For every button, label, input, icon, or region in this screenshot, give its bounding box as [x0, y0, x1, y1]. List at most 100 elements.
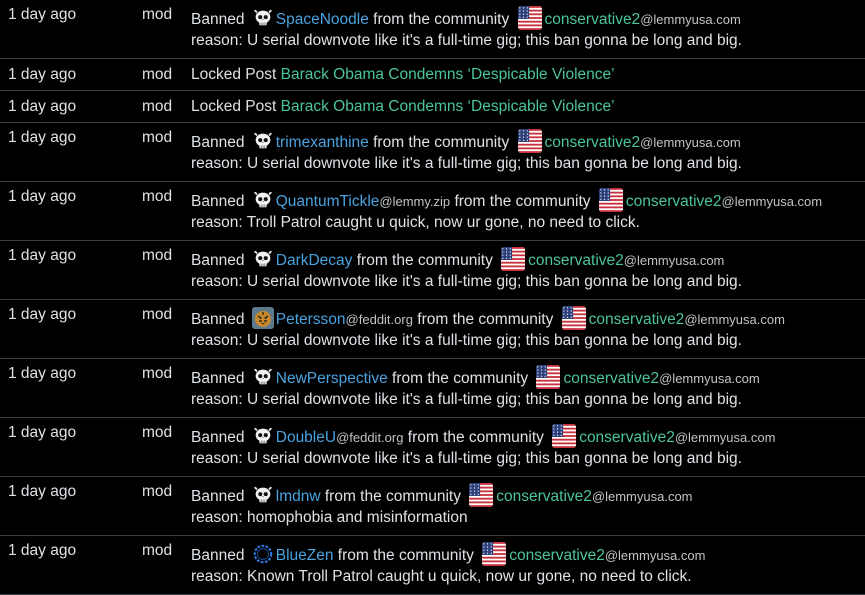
user-link[interactable]: lmdnw [276, 488, 321, 505]
timestamp: 1 day ago [8, 98, 77, 115]
timestamp: 1 day ago [8, 306, 77, 323]
skull-icon [252, 484, 274, 506]
moderator-label: mod [142, 424, 173, 441]
action-verb: Banned [191, 11, 249, 28]
skull-icon [252, 425, 274, 447]
user-instance: @feddit.org [336, 430, 404, 445]
moderator-label: mod [142, 129, 173, 146]
timestamp: 1 day ago [8, 247, 77, 264]
ban-reason: reason: homophobia and misinformation [191, 509, 468, 526]
community-instance: @lemmyusa.com [604, 548, 706, 563]
community-link[interactable]: conservative2 [496, 488, 592, 505]
modlog-row: 1 day ago mod Banned SpaceNoodle from the … [0, 0, 865, 59]
user-link[interactable]: BlueZen [276, 547, 334, 564]
action-line: Locked Post Barack Obama Condemns ‘Despi… [191, 66, 615, 84]
action-line: Banned DoubleU@feddit.org from the commu… [191, 424, 775, 448]
modlog-list: 1 day ago mod Banned SpaceNoodle from the … [0, 0, 865, 595]
community-link[interactable]: conservative2 [589, 311, 685, 328]
from-community-text: from the community [368, 134, 514, 151]
from-community-text: from the community [403, 429, 549, 446]
user-link[interactable]: Petersson [276, 311, 346, 328]
community-instance: @lemmyusa.com [659, 371, 760, 386]
modlog-row: 1 day ago mod Banned Petersson@feddit.org … [0, 300, 865, 359]
modlog-row: 1 day ago mod Banned trimexanthine from th… [0, 123, 865, 182]
community-link[interactable]: conservative2 [545, 11, 641, 28]
action-verb: Banned [191, 193, 249, 210]
community-link[interactable]: conservative2 [579, 429, 675, 446]
action-line: Banned SpaceNoodle from the community co… [191, 6, 741, 30]
action-verb: Banned [191, 547, 249, 564]
blue-ring-avatar-icon [252, 543, 274, 565]
us-flag-icon [536, 365, 561, 389]
modlog-row: 1 day ago mod Locked Post Barack Obama Con… [0, 59, 865, 91]
action-verb: Banned [191, 488, 249, 505]
action-verb: Banned [191, 311, 249, 328]
from-community-text: from the community [320, 488, 466, 505]
moderator-label: mod [142, 188, 173, 205]
timestamp: 1 day ago [8, 542, 77, 559]
user-link[interactable]: QuantumTickle [276, 193, 380, 210]
action-line: Banned trimexanthine from the community … [191, 129, 741, 153]
ban-reason: reason: U serial downvote like it's a fu… [191, 273, 742, 290]
modlog-row: 1 day ago mod Banned DarkDecay from the co… [0, 241, 865, 300]
timestamp: 1 day ago [8, 66, 77, 83]
us-flag-icon [469, 483, 494, 507]
from-community-text: from the community [387, 370, 533, 387]
action-verb: Locked Post [191, 98, 281, 115]
ban-reason: reason: U serial downvote like it's a fu… [191, 32, 742, 49]
from-community-text: from the community [412, 311, 558, 328]
timestamp: 1 day ago [8, 188, 77, 205]
ban-reason: reason: U serial downvote like it's a fu… [191, 450, 742, 467]
community-instance: @lemmyusa.com [721, 194, 823, 209]
user-instance: @feddit.org [345, 312, 413, 327]
user-link[interactable]: NewPerspective [276, 370, 388, 387]
action-line: Banned Petersson@feddit.org from the com… [191, 306, 785, 330]
action-line: Locked Post Barack Obama Condemns ‘Despi… [191, 98, 615, 116]
community-instance: @lemmyusa.com [640, 12, 741, 27]
us-flag-icon [517, 6, 542, 30]
timestamp: 1 day ago [8, 6, 77, 23]
modlog-row: 1 day ago mod Banned DoubleU@feddit.org fr… [0, 418, 865, 477]
skull-icon [252, 248, 274, 270]
timestamp: 1 day ago [8, 129, 77, 146]
user-link[interactable]: DoubleU [276, 429, 336, 446]
ban-reason: reason: U serial downvote like it's a fu… [191, 391, 742, 408]
skull-icon [252, 130, 274, 152]
us-flag-icon [517, 129, 542, 153]
community-link[interactable]: conservative2 [545, 134, 641, 151]
moderator-label: mod [142, 542, 173, 559]
community-instance: @lemmyusa.com [591, 489, 693, 504]
modlog-row: 1 day ago mod Locked Post Barack Obama Con… [0, 91, 865, 123]
post-link[interactable]: Barack Obama Condemns ‘Despicable Violen… [281, 98, 615, 115]
community-instance: @lemmyusa.com [674, 430, 776, 445]
community-instance: @lemmyusa.com [623, 253, 725, 268]
action-verb: Banned [191, 252, 249, 269]
skull-icon [252, 189, 274, 211]
ban-reason: reason: Troll Patrol caught u quick, now… [191, 214, 640, 231]
timestamp: 1 day ago [8, 424, 77, 441]
user-link[interactable]: trimexanthine [276, 134, 369, 151]
modlog-row: 1 day ago mod Banned QuantumTickle@lemmy.z… [0, 182, 865, 241]
user-link[interactable]: DarkDecay [276, 252, 353, 269]
us-flag-icon [501, 247, 526, 271]
user-instance: @lemmy.zip [379, 194, 451, 209]
community-link[interactable]: conservative2 [528, 252, 624, 269]
moderator-label: mod [142, 247, 173, 264]
ban-reason: reason: U serial downvote like it's a fu… [191, 155, 742, 172]
community-link[interactable]: conservative2 [626, 193, 722, 210]
moderator-label: mod [142, 66, 173, 83]
user-link[interactable]: SpaceNoodle [276, 11, 369, 28]
action-line: Banned DarkDecay from the community cons… [191, 247, 724, 271]
moderator-label: mod [142, 6, 173, 23]
community-link[interactable]: conservative2 [509, 547, 605, 564]
from-community-text: from the community [333, 547, 479, 564]
action-verb: Locked Post [191, 66, 281, 83]
from-community-text: from the community [352, 252, 498, 269]
us-flag-icon [598, 188, 623, 212]
community-link[interactable]: conservative2 [563, 370, 659, 387]
action-line: Banned NewPerspective from the community… [191, 365, 760, 389]
post-link[interactable]: Barack Obama Condemns ‘Despicable Violen… [281, 66, 615, 83]
modlog-row: 1 day ago mod Banned BlueZen from the comm… [0, 536, 865, 595]
from-community-text: from the community [450, 193, 595, 210]
us-flag-icon [561, 306, 586, 330]
